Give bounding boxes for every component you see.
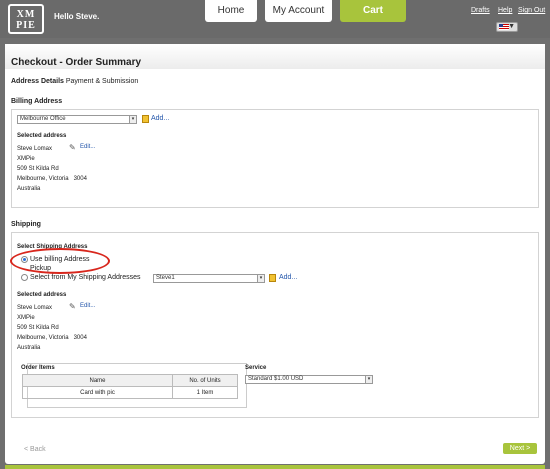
greeting: Hello Steve. — [54, 12, 100, 21]
shipping-selected-label: Selected address — [17, 292, 67, 298]
annotation-circle — [10, 248, 110, 274]
logo-line-2: PIE — [16, 20, 36, 31]
help-link[interactable]: Help — [498, 7, 512, 14]
billing-company: XMPie — [17, 156, 35, 162]
shipping-name: Steve Lomax — [17, 305, 53, 311]
shipping-company: XMPie — [17, 315, 35, 321]
column-header-name: Name — [22, 374, 173, 387]
tab-home[interactable]: Home — [205, 0, 257, 22]
billing-address-select[interactable]: Melbourne Office ▾ — [17, 115, 137, 124]
shipping-add-link[interactable]: Add... — [279, 274, 297, 281]
xmpie-logo[interactable]: XM PIE — [8, 4, 44, 34]
shipping-street: 509 St Kilda Rd — [17, 325, 59, 331]
shipping-select-value: Steve1 — [156, 275, 175, 281]
billing-add-link[interactable]: Add... — [151, 115, 169, 122]
step-current: Address Details — [11, 78, 64, 85]
drafts-link[interactable]: Drafts — [471, 7, 490, 14]
checkout-steps: Address Details Payment & Submission — [11, 78, 138, 85]
back-button[interactable]: < Back — [24, 446, 46, 453]
tab-cart[interactable]: Cart — [340, 0, 406, 22]
pencil-icon[interactable]: ✎ — [69, 303, 77, 311]
add-address-icon[interactable] — [269, 274, 276, 282]
select-arrow-icon: ▾ — [365, 376, 372, 383]
tab-my-account[interactable]: My Account — [265, 0, 332, 22]
chevron-down-icon: ▼ — [508, 23, 515, 30]
billing-edit-link[interactable]: Edit... — [80, 144, 95, 150]
shipping-edit-link[interactable]: Edit... — [80, 303, 95, 309]
logo-line-1: XM — [16, 9, 36, 20]
table-row: Card with pic 1 Item — [22, 386, 238, 399]
shipping-section-label: Shipping — [11, 221, 41, 228]
footer-accent-bar — [5, 465, 545, 469]
billing-city: Melbourne, Victoria 3004 — [17, 176, 87, 182]
step-next: Payment & Submission — [65, 78, 139, 85]
language-selector[interactable]: ▼ — [496, 22, 518, 32]
pencil-icon[interactable]: ✎ — [69, 144, 77, 152]
shipping-country: Australia — [17, 345, 41, 351]
add-address-icon[interactable] — [142, 115, 149, 123]
billing-select-value: Melbourne Office — [20, 116, 66, 122]
billing-selected-label: Selected address — [17, 133, 67, 139]
select-shipping-label: Select from My Shipping Addresses — [30, 274, 141, 281]
service-select[interactable]: Standard $1.00 USD ▾ — [245, 375, 373, 384]
order-items-table: Name No. of Units Card with pic 1 Item — [22, 374, 238, 399]
checkout-card: Checkout - Order Summary Address Details… — [5, 44, 545, 464]
item-units-cell: 1 Item — [172, 386, 238, 399]
next-button[interactable]: Next > — [503, 443, 537, 454]
flag-canton — [499, 24, 503, 27]
billing-box: Melbourne Office ▾ Add... Selected addre… — [11, 109, 539, 208]
billing-country: Australia — [17, 186, 41, 192]
billing-section-label: Billing Address — [11, 98, 63, 105]
order-items-label: Order Items — [21, 365, 55, 371]
service-select-value: Standard $1.00 USD — [248, 376, 304, 382]
select-arrow-icon: ▾ — [129, 116, 136, 123]
sign-out-link[interactable]: Sign Out — [518, 7, 545, 14]
shipping-city: Melbourne, Victoria 3004 — [17, 335, 87, 341]
page-title: Checkout - Order Summary — [11, 57, 142, 68]
shipping-address-select[interactable]: Steve1 ▾ — [153, 274, 265, 283]
billing-street: 509 St Kilda Rd — [17, 166, 59, 172]
select-shipping-radio[interactable] — [21, 274, 28, 281]
service-label: Service — [245, 365, 267, 371]
top-bar: XM PIE Hello Steve. Home My Account Cart… — [0, 0, 550, 38]
select-arrow-icon: ▾ — [257, 275, 264, 282]
item-name-cell: Card with pic — [22, 386, 173, 399]
table-header-row: Name No. of Units — [22, 374, 238, 387]
billing-name: Steve Lomax — [17, 146, 53, 152]
column-header-units: No. of Units — [172, 374, 238, 387]
